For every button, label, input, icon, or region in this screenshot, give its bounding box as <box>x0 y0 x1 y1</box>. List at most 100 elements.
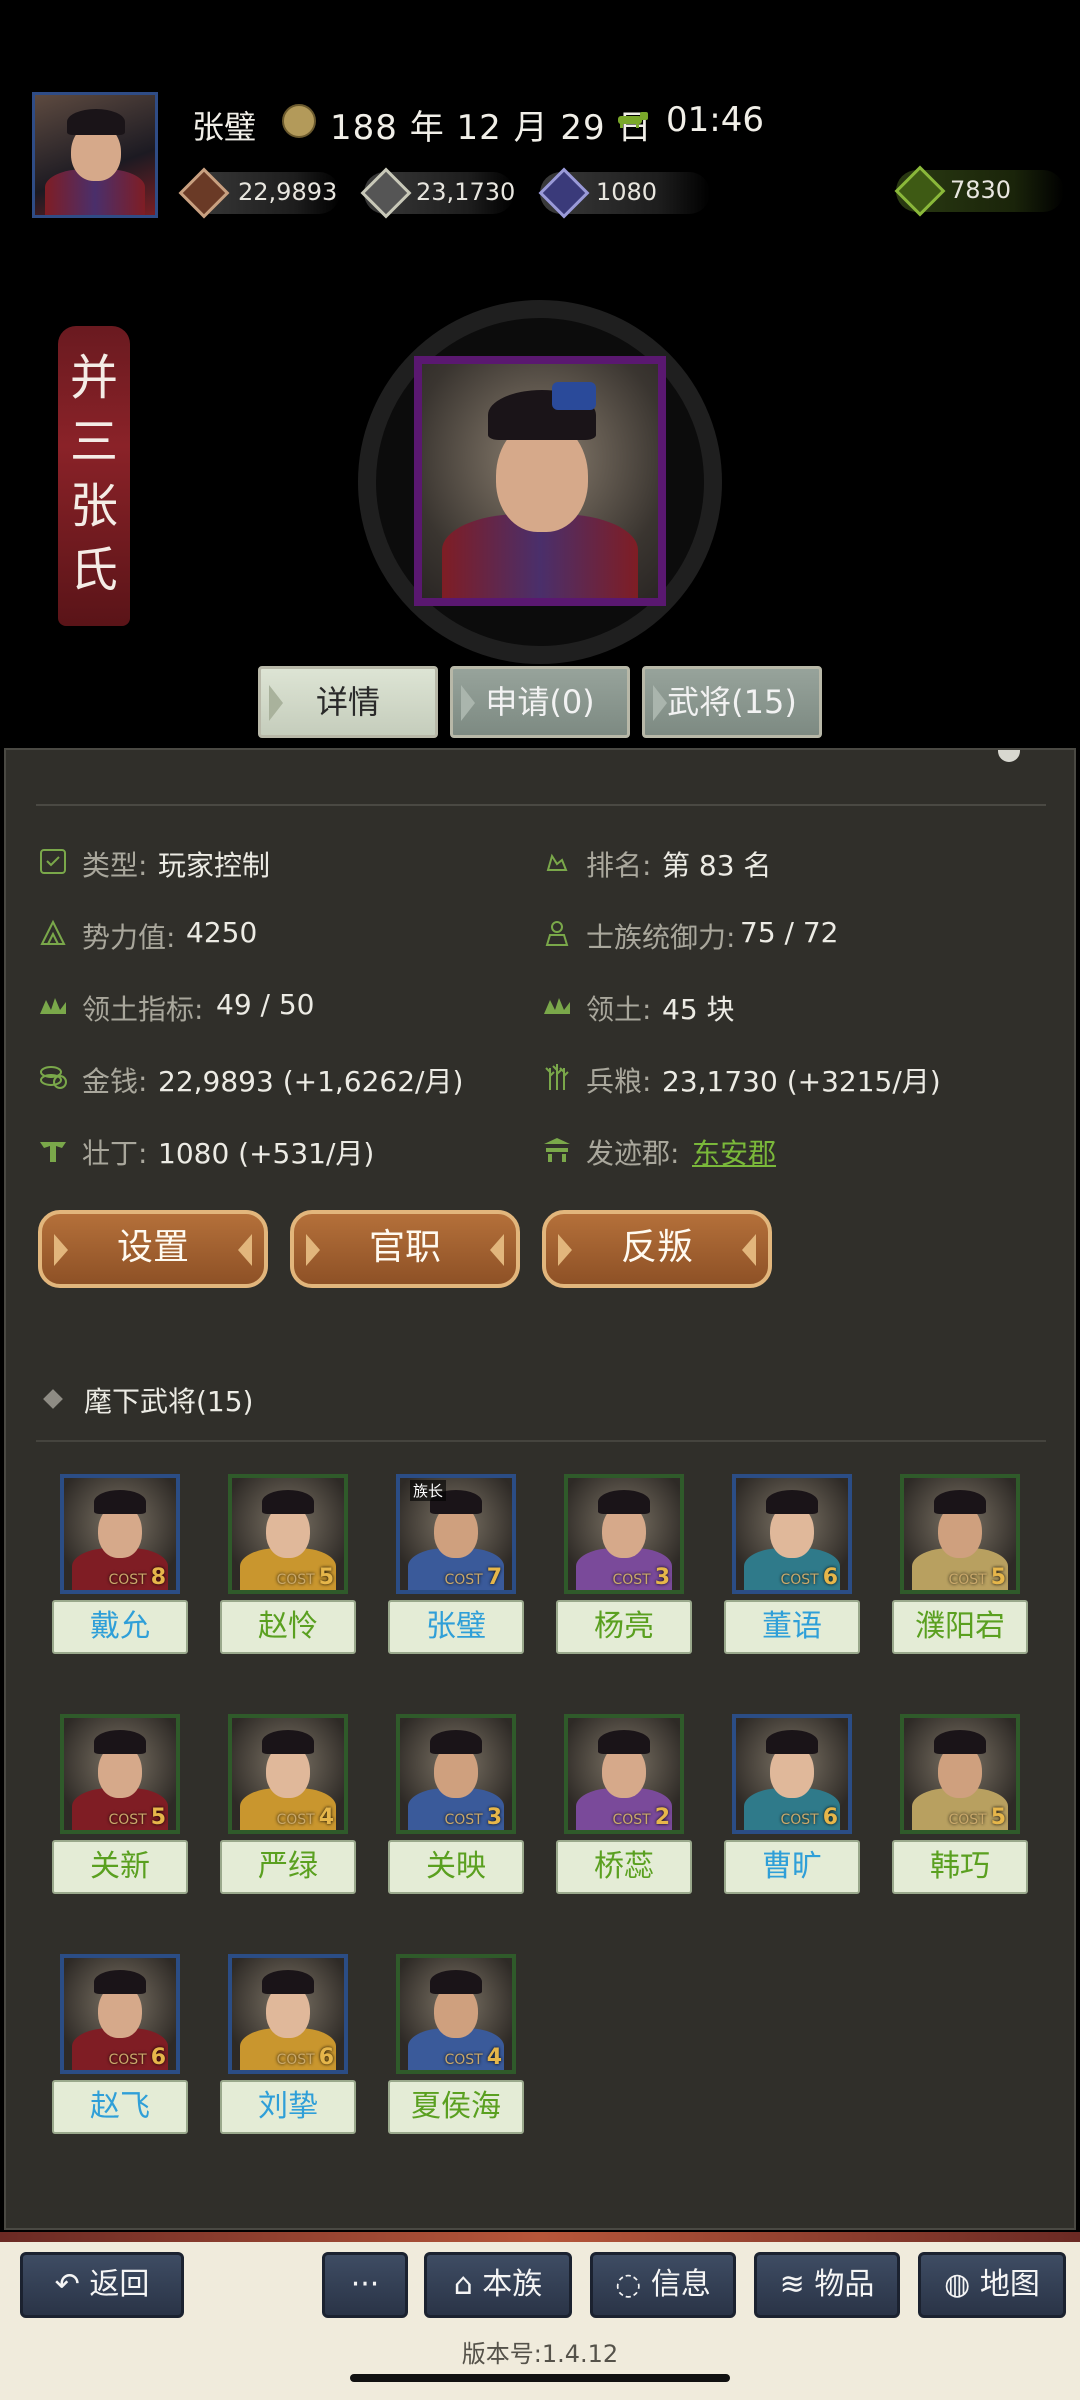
globe-icon: ◍ <box>944 2267 980 2302</box>
cost-value: 2 <box>654 1805 670 1830</box>
general-portrait: COST 6 <box>228 1954 348 2074</box>
general-portrait: COST 3 <box>396 1714 516 1834</box>
generals-section-title: 麾下武将(15) <box>84 1385 254 1418</box>
power-value: 4250 <box>186 916 258 949</box>
general-name[interactable]: 杨亮 <box>556 1600 692 1654</box>
general-name[interactable]: 赵怜 <box>220 1600 356 1654</box>
general-cost: COST 2 <box>612 1805 670 1830</box>
back-icon: ↶ <box>54 2267 90 2302</box>
general-name[interactable]: 桥蕊 <box>556 1840 692 1894</box>
divider <box>36 804 1046 806</box>
general-cost: COST 5 <box>276 1565 334 1590</box>
general-name[interactable]: 关新 <box>52 1840 188 1894</box>
general-cost: COST 6 <box>780 1805 838 1830</box>
nav-label: 信息 <box>650 2267 711 2302</box>
cost-label: COST <box>948 1812 987 1828</box>
general-cost: COST 6 <box>108 2045 166 2070</box>
general-name[interactable]: 曹旷 <box>724 1840 860 1894</box>
more-button[interactable]: ··· <box>322 2252 408 2318</box>
cost-value: 5 <box>150 1805 166 1830</box>
cost-value: 5 <box>318 1565 334 1590</box>
cost-label: COST <box>612 1812 651 1828</box>
player-avatar[interactable] <box>32 92 158 218</box>
grain-label: 兵粮: <box>586 1065 652 1098</box>
more-icon: ··· <box>350 2267 380 2302</box>
general-name[interactable]: 董语 <box>724 1600 860 1654</box>
info-button[interactable]: ◌ 信息 <box>590 2252 736 2318</box>
general-cost: COST 6 <box>276 2045 334 2070</box>
button-label: 官职 <box>368 1227 441 1268</box>
general-name[interactable]: 刘挚 <box>220 2080 356 2134</box>
nav-label: 地图 <box>979 2267 1040 2302</box>
button-label: 反叛 <box>620 1227 693 1268</box>
settings-button[interactable]: 设置 <box>38 1210 268 1288</box>
general-name[interactable]: 夏侯海 <box>388 2080 524 2134</box>
coins-icon <box>40 1066 67 1089</box>
clan-char: 并 <box>69 350 118 406</box>
cost-value: 5 <box>990 1565 1006 1590</box>
cost-value: 4 <box>486 2045 502 2070</box>
origin-label: 发迹郡: <box>586 1137 680 1170</box>
general-portrait: COST 8 <box>60 1474 180 1594</box>
manpower-icon <box>40 1142 66 1162</box>
general-name[interactable]: 严绿 <box>220 1840 356 1894</box>
money-label: 金钱: <box>82 1065 148 1098</box>
button-label: 设置 <box>116 1227 189 1268</box>
cost-label: COST <box>780 1812 819 1828</box>
home-indicator[interactable] <box>350 2374 730 2382</box>
type-label: 类型: <box>82 849 148 882</box>
horse-icon <box>618 112 648 128</box>
general-name[interactable]: 濮阳宕 <box>892 1600 1028 1654</box>
command-icon <box>545 921 569 946</box>
game-time: 01:46 <box>666 100 764 140</box>
manpower-amount: 1080 <box>596 178 658 206</box>
general-portrait: COST 6 <box>732 1714 852 1834</box>
clan-char: 氏 <box>69 542 118 598</box>
cost-label: COST <box>276 2052 315 2068</box>
wheat-icon <box>545 1064 569 1090</box>
power-icon <box>40 919 66 945</box>
power-label: 势力值: <box>82 921 176 954</box>
tab-applications[interactable]: 申请(0) <box>450 666 630 738</box>
cost-value: 6 <box>822 1565 838 1590</box>
cost-value: 4 <box>318 1805 334 1830</box>
map-button[interactable]: ◍ 地图 <box>918 2252 1066 2318</box>
clan-char: 三 <box>69 414 118 470</box>
leader-portrait[interactable] <box>414 356 666 606</box>
tab-label: 申请(0) <box>485 683 595 721</box>
type-value: 玩家控制 <box>158 849 271 882</box>
general-name[interactable]: 赵飞 <box>52 2080 188 2134</box>
office-button[interactable]: 官职 <box>290 1210 520 1288</box>
cost-value: 3 <box>486 1805 502 1830</box>
general-name[interactable]: 张璧 <box>388 1600 524 1654</box>
clan-leader-badge: 族长 <box>410 1480 447 1501</box>
back-button[interactable]: ↶ 返回 <box>20 2252 184 2318</box>
items-button[interactable]: ≋ 物品 <box>754 2252 900 2318</box>
territory-index-icon <box>40 998 66 1014</box>
origin-link[interactable]: 东安郡 <box>692 1132 776 1172</box>
cost-label: COST <box>276 1812 315 1828</box>
items-icon: ≋ <box>779 2267 815 2302</box>
player-name: 张璧 <box>192 108 257 146</box>
cost-label: COST <box>108 2052 147 2068</box>
tab-label: 武将(15) <box>667 683 797 721</box>
nav-label: 物品 <box>814 2267 875 2302</box>
general-cost: COST 5 <box>108 1805 166 1830</box>
clan-button[interactable]: ⌂ 本族 <box>424 2252 572 2318</box>
cost-label: COST <box>948 1572 987 1588</box>
general-portrait: COST 3 <box>564 1474 684 1594</box>
cost-value: 7 <box>486 1565 502 1590</box>
general-name[interactable]: 戴允 <box>52 1600 188 1654</box>
rebel-button[interactable]: 反叛 <box>542 1210 772 1288</box>
general-cost: COST 3 <box>444 1805 502 1830</box>
clan-char: 张 <box>69 478 118 534</box>
tab-details[interactable]: 详情 <box>258 666 438 738</box>
general-portrait: COST 5 <box>900 1714 1020 1834</box>
rank-label: 排名: <box>586 849 652 882</box>
command-value: 75 / 72 <box>740 916 839 949</box>
nav-label: 返回 <box>89 2267 150 2302</box>
general-name[interactable]: 关映 <box>388 1840 524 1894</box>
tab-generals[interactable]: 武将(15) <box>642 666 822 738</box>
general-name[interactable]: 韩巧 <box>892 1840 1028 1894</box>
general-cost: COST 7 <box>444 1565 502 1590</box>
